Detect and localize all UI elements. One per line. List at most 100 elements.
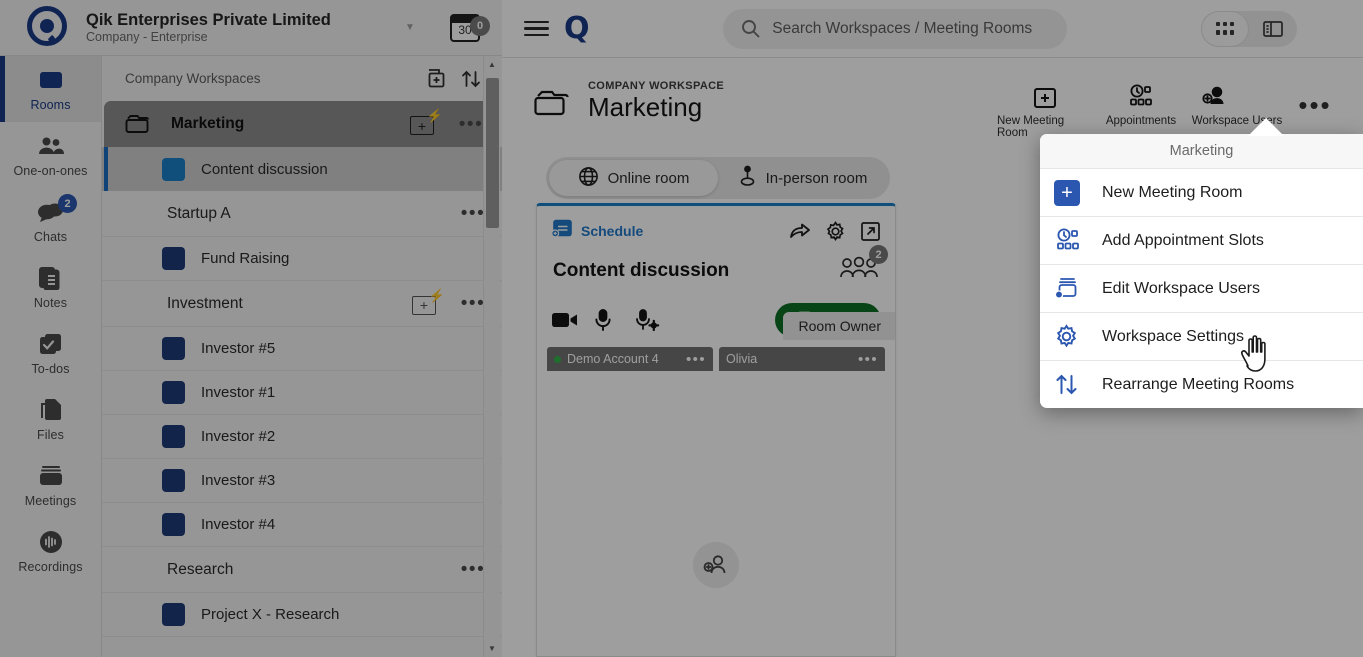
participant-name: Olivia — [726, 352, 858, 366]
appointments-button[interactable]: Appointments — [1093, 80, 1189, 127]
tab-in-person-room[interactable]: In-person room — [718, 160, 887, 196]
workspace-more-menu-button[interactable]: ••• — [1285, 80, 1345, 118]
sidebar-item-todos[interactable]: To-dos — [0, 320, 101, 386]
meeting-room-item-investor-1[interactable]: Investor #1 — [102, 371, 502, 415]
scroll-down-arrow-icon[interactable]: ▼ — [484, 640, 500, 657]
mic-settings-icon[interactable] — [635, 308, 677, 332]
meeting-room-item-investor-3[interactable]: Investor #3 — [102, 459, 502, 503]
avatar[interactable] — [1313, 12, 1347, 46]
menu-item-add-appointment-slots[interactable]: Add Appointment Slots — [1040, 216, 1363, 264]
company-dropdown-caret-icon[interactable]: ▼ — [398, 22, 422, 33]
room-name: Investor #5 — [201, 340, 275, 357]
tab-label: In-person room — [766, 170, 868, 187]
lightning-icon: ⚡ — [429, 288, 445, 304]
participant-more-button[interactable]: ••• — [686, 352, 706, 367]
add-person-icon[interactable] — [693, 542, 739, 588]
participant-tile-bar: Demo Account 4 ••• — [547, 347, 713, 371]
workspace-users-icon — [1202, 80, 1272, 110]
room-color-swatch — [162, 337, 185, 360]
menu-item-new-meeting-room[interactable]: + New Meeting Room — [1040, 168, 1363, 216]
split-view-icon[interactable] — [1249, 11, 1297, 47]
scroll-up-arrow-icon[interactable]: ▲ — [484, 56, 500, 73]
sidebar-item-recordings[interactable]: Recordings — [0, 518, 101, 584]
popup-caret-icon — [1248, 118, 1284, 136]
online-status-dot — [554, 356, 561, 363]
camera-icon[interactable] — [551, 310, 593, 330]
menu-item-label: Rearrange Meeting Rooms — [1102, 376, 1294, 394]
sidebar-item-meetings[interactable]: Meetings — [0, 452, 101, 518]
participants-count: 2 — [869, 245, 888, 264]
meeting-room-item-investor-4[interactable]: Investor #4 — [102, 503, 502, 547]
todo-icon — [37, 331, 65, 357]
participant-more-button[interactable]: ••• — [858, 352, 878, 367]
sidebar-label-chats: Chats — [34, 230, 67, 244]
workspace-item-investment[interactable]: Investment +⚡ ••• — [102, 281, 502, 327]
workspace-group: Research ••• Project X - Research — [102, 547, 502, 637]
sidebar-label-notes: Notes — [34, 296, 67, 310]
menu-item-rearrange-meeting-rooms[interactable]: Rearrange Meeting Rooms — [1040, 360, 1363, 408]
meeting-room-item-project-x[interactable]: Project X - Research — [102, 593, 502, 637]
avatar — [1244, 82, 1272, 110]
participant-tile-bar: Olivia ••• — [719, 347, 885, 371]
meeting-room-item-content-discussion[interactable]: Content discussion — [102, 147, 502, 191]
add-person-row — [537, 520, 895, 604]
grid-view-icon[interactable] — [1201, 11, 1249, 47]
tab-label: Online room — [608, 170, 690, 187]
avatar — [122, 553, 156, 587]
sidebar-item-files[interactable]: Files — [0, 386, 101, 452]
folder-icon — [532, 86, 580, 125]
workspace-more-button[interactable]: ••• — [456, 115, 486, 134]
tab-online-room[interactable]: Online room — [549, 160, 718, 196]
meeting-room-card-toolbar: Schedule — [537, 206, 895, 244]
room-name: Investor #2 — [201, 428, 275, 445]
sidebar-item-notes[interactable]: Notes — [0, 254, 101, 320]
workspace-group: Marketing +⚡ ••• Content discussion — [102, 101, 502, 191]
menu-item-label: Add Appointment Slots — [1102, 232, 1264, 250]
room-name: Investor #1 — [201, 384, 275, 401]
room-owner-badge: Room Owner — [783, 312, 895, 340]
room-color-swatch — [162, 425, 185, 448]
schedule-button[interactable]: Schedule — [551, 218, 643, 244]
mic-icon[interactable] — [593, 308, 635, 332]
menu-item-workspace-settings[interactable]: Workspace Settings — [1040, 312, 1363, 360]
notes-icon — [37, 265, 65, 291]
company-subtitle: Company - Enterprise — [86, 30, 398, 44]
workspace-name: Marketing — [171, 115, 410, 133]
participant-tile[interactable]: Demo Account 4 ••• — [547, 347, 713, 520]
qik-logo-icon — [24, 5, 78, 51]
calendar-add-icon — [551, 218, 573, 244]
menu-item-edit-workspace-users[interactable]: Edit Workspace Users — [1040, 264, 1363, 312]
search-input[interactable]: Search Workspaces / Meeting Rooms — [723, 9, 1067, 49]
sidebar-item-chats[interactable]: 2 Chats — [0, 188, 101, 254]
page-title: Marketing — [588, 93, 724, 122]
participant-tile[interactable]: Olivia ••• — [719, 347, 885, 520]
scrollbar-thumb[interactable] — [486, 78, 499, 228]
workspace-item-marketing[interactable]: Marketing +⚡ ••• — [104, 101, 500, 147]
room-name: Fund Raising — [201, 250, 289, 267]
meeting-room-item-fund-raising[interactable]: Fund Raising — [102, 237, 502, 281]
schedule-label: Schedule — [581, 223, 643, 239]
add-meeting-room-quick-button[interactable]: +⚡ — [410, 113, 436, 135]
gear-icon[interactable] — [825, 221, 846, 242]
expand-icon[interactable] — [860, 221, 881, 242]
workspace-item-startup-a[interactable]: Startup A ••• — [102, 191, 502, 237]
menu-title: Marketing — [1040, 134, 1363, 168]
workspace-list-scrollbar[interactable]: ▲ ▼ — [483, 56, 500, 657]
workspace-list-panel: Company Workspaces — [102, 56, 502, 657]
workspace-item-research[interactable]: Research ••• — [102, 547, 502, 593]
recordings-icon — [37, 529, 65, 555]
sidebar-item-rooms[interactable]: Rooms — [0, 56, 101, 122]
new-meeting-room-button[interactable]: New Meeting Room — [997, 80, 1093, 139]
sidebar-item-one-on-ones[interactable]: One-on-ones — [0, 122, 101, 188]
meeting-room-item-investor-2[interactable]: Investor #2 — [102, 415, 502, 459]
workspace-list-header: Company Workspaces — [102, 56, 502, 101]
plus-box-icon — [1032, 80, 1058, 110]
meeting-room-item-investor-5[interactable]: Investor #5 — [102, 327, 502, 371]
calendar-button[interactable]: 30 0 — [428, 14, 502, 42]
participants-icon[interactable]: 2 — [839, 256, 879, 285]
hamburger-icon[interactable] — [524, 21, 558, 36]
share-icon[interactable] — [789, 221, 811, 241]
add-meeting-room-quick-button[interactable]: +⚡ — [412, 293, 438, 315]
add-workspace-icon[interactable] — [420, 68, 454, 90]
sidebar-label-files: Files — [37, 428, 64, 442]
